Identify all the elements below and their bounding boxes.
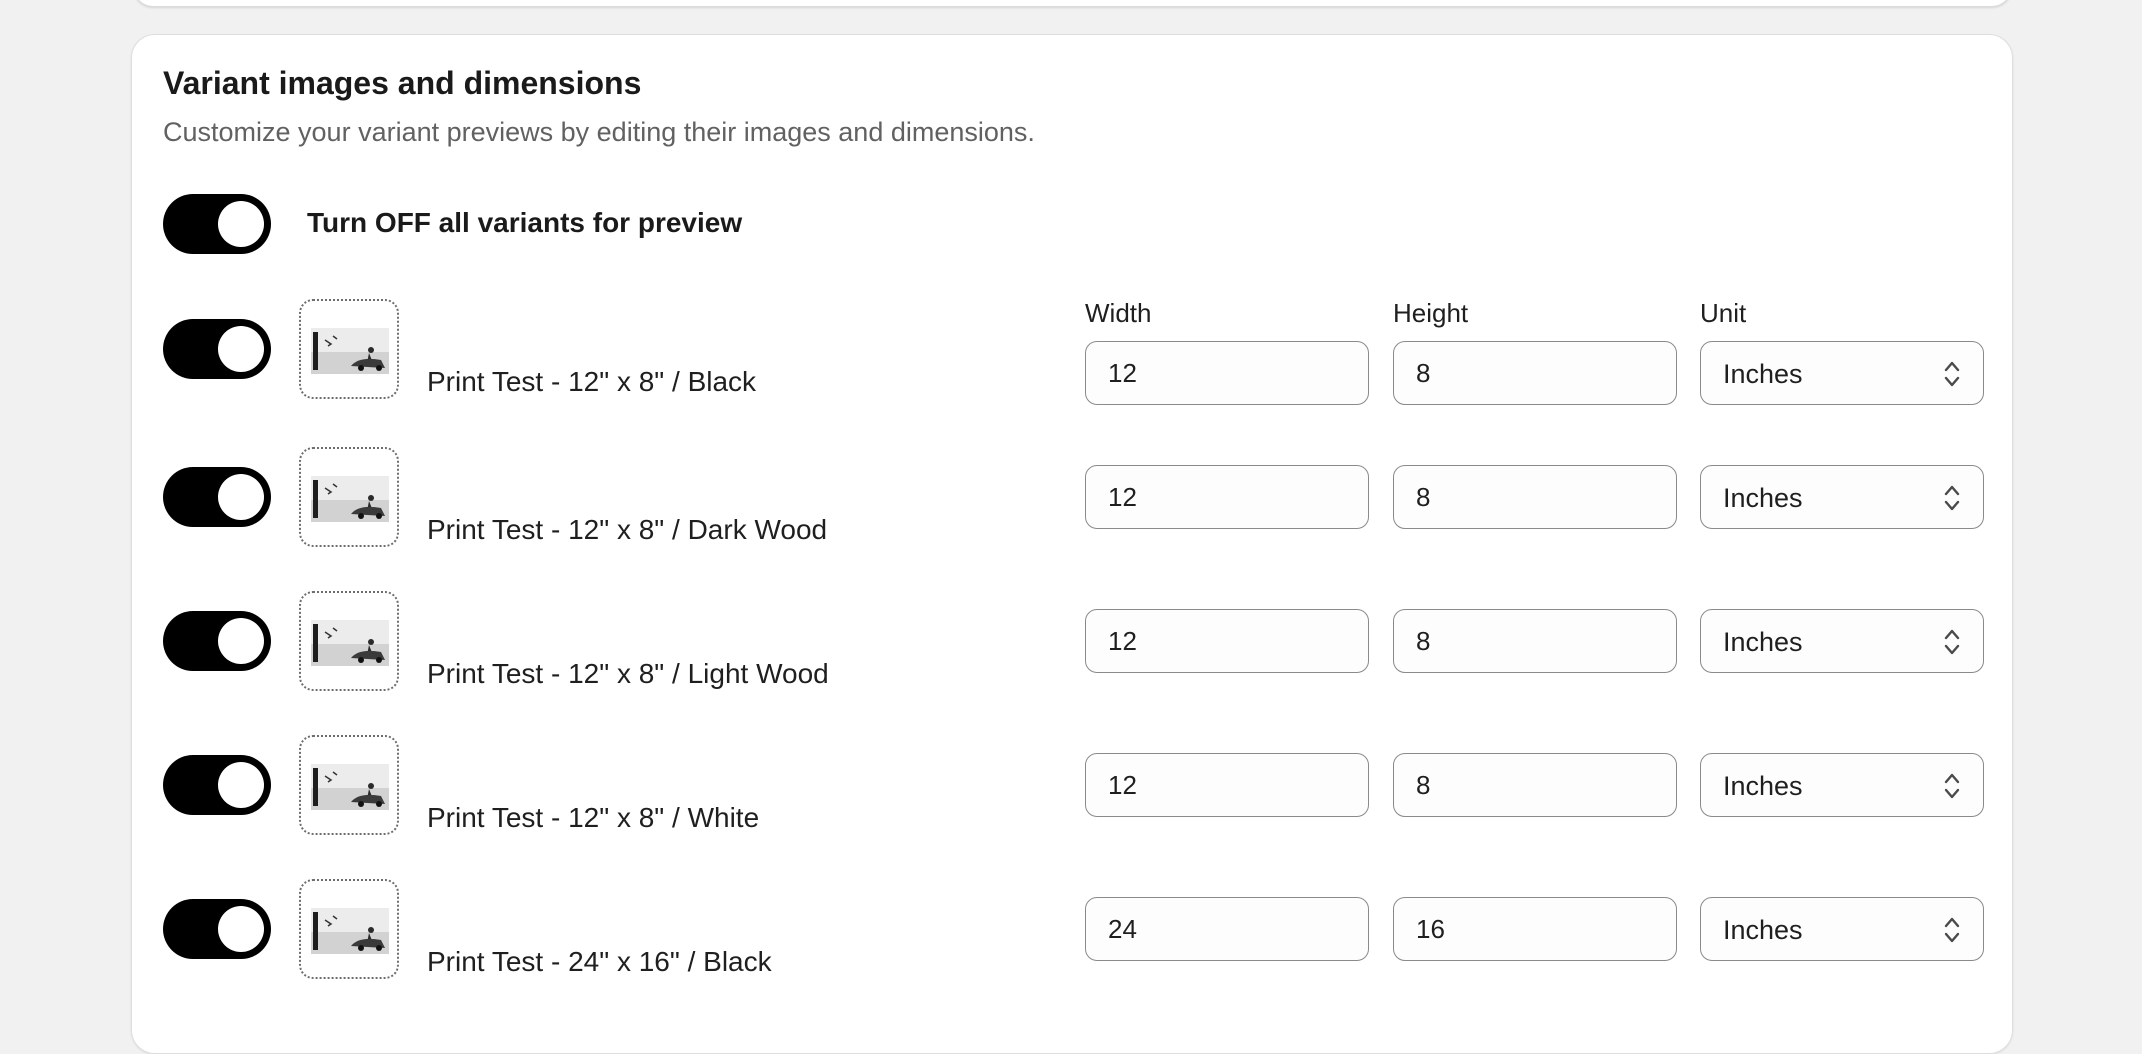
variant-toggle[interactable] (163, 899, 271, 959)
width-input[interactable] (1085, 897, 1369, 961)
toggle-all-variants-label: Turn OFF all variants for preview (307, 207, 743, 238)
unit-select-value: Inches (1723, 483, 1803, 513)
variant-image-thumbnail[interactable] (299, 299, 399, 399)
section-subtitle: Customize your variant previews by editi… (163, 117, 1035, 147)
photo-image-icon (311, 620, 389, 666)
toggle-all-variants[interactable] (163, 194, 271, 254)
width-input[interactable] (1085, 465, 1369, 529)
variant-name: Print Test - 24" x 16" / Black (427, 946, 772, 977)
height-input[interactable] (1393, 897, 1677, 961)
variant-name: Print Test - 12" x 8" / Light Wood (427, 658, 829, 689)
height-input[interactable] (1393, 341, 1677, 405)
photo-image-icon (311, 476, 389, 522)
variant-toggle[interactable] (163, 467, 271, 527)
width-input[interactable] (1085, 753, 1369, 817)
toggle-knob (218, 474, 264, 520)
variant-name: Print Test - 12" x 8" / White (427, 802, 760, 833)
toggle-knob (218, 618, 264, 664)
unit-select[interactable]: Inches (1700, 897, 1984, 961)
variant-image-thumbnail[interactable] (299, 591, 399, 691)
unit-select-value: Inches (1723, 627, 1803, 657)
variant-images-card: Variant images and dimensions Customize … (131, 34, 2013, 1054)
unit-select[interactable]: Inches (1700, 609, 1984, 673)
variant-image-thumbnail[interactable] (299, 735, 399, 835)
variant-toggle[interactable] (163, 755, 271, 815)
chevron-up-down-icon (1944, 485, 1960, 511)
width-input[interactable] (1085, 341, 1369, 405)
section-title: Variant images and dimensions (163, 65, 642, 101)
photo-image-icon (311, 764, 389, 810)
width-input[interactable] (1085, 609, 1369, 673)
height-input[interactable] (1393, 753, 1677, 817)
variant-toggle[interactable] (163, 319, 271, 379)
height-input[interactable] (1393, 609, 1677, 673)
unit-column-label: Unit (1700, 298, 1747, 328)
variant-image-thumbnail[interactable] (299, 879, 399, 979)
previous-card (133, 0, 2012, 7)
variant-image-thumbnail[interactable] (299, 447, 399, 547)
toggle-knob (218, 201, 264, 247)
chevron-up-down-icon (1944, 361, 1960, 387)
unit-select-value: Inches (1723, 771, 1803, 801)
width-column-label: Width (1085, 298, 1152, 328)
photo-image-icon (311, 328, 389, 374)
height-column-label: Height (1393, 298, 1469, 328)
chevron-up-down-icon (1944, 629, 1960, 655)
toggle-knob (218, 906, 264, 952)
unit-select-value: Inches (1723, 359, 1803, 389)
unit-select[interactable]: Inches (1700, 341, 1984, 405)
chevron-up-down-icon (1944, 773, 1960, 799)
variant-name: Print Test - 12" x 8" / Dark Wood (427, 514, 828, 545)
unit-select[interactable]: Inches (1700, 465, 1984, 529)
height-input[interactable] (1393, 465, 1677, 529)
toggle-knob (218, 326, 264, 372)
chevron-up-down-icon (1944, 917, 1960, 943)
variant-name: Print Test - 12" x 8" / Black (427, 366, 757, 397)
toggle-knob (218, 762, 264, 808)
unit-select-value: Inches (1723, 915, 1803, 945)
unit-select[interactable]: Inches (1700, 753, 1984, 817)
variant-toggle[interactable] (163, 611, 271, 671)
photo-image-icon (311, 908, 389, 954)
